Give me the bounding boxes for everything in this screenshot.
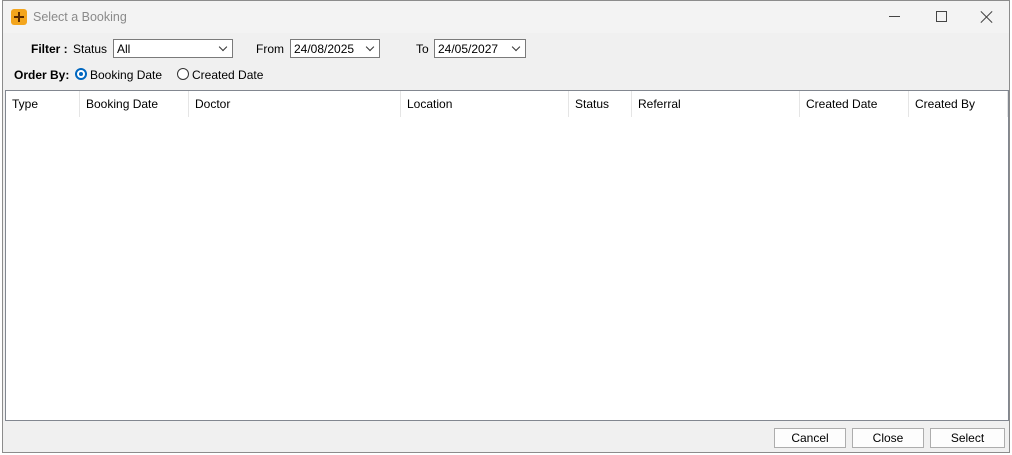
maximize-icon bbox=[936, 11, 947, 22]
title-bar: Select a Booking bbox=[3, 1, 1009, 33]
column-header-created-date[interactable]: Created Date bbox=[800, 91, 909, 117]
minimize-icon bbox=[889, 16, 900, 17]
chevron-down-icon bbox=[511, 42, 521, 52]
to-date-value: 24/05/2027 bbox=[438, 42, 499, 56]
from-label: From bbox=[256, 42, 284, 56]
app-plus-icon bbox=[11, 9, 27, 25]
radio-booking-date[interactable] bbox=[75, 68, 87, 80]
status-label: Status bbox=[73, 42, 108, 56]
select-button[interactable]: Select bbox=[930, 428, 1005, 448]
close-button[interactable]: Close bbox=[852, 428, 924, 448]
column-header-created-by[interactable]: Created By bbox=[909, 91, 1008, 117]
select-booking-dialog: Select a Booking Filter : Status All Fro… bbox=[2, 0, 1010, 453]
close-window-button[interactable] bbox=[964, 1, 1010, 33]
column-header-referral[interactable]: Referral bbox=[632, 91, 800, 117]
chevron-down-icon bbox=[218, 42, 228, 52]
bookings-table[interactable]: Type Booking Date Doctor Location Status… bbox=[5, 90, 1009, 421]
maximize-button[interactable] bbox=[918, 1, 964, 33]
table-header: Type Booking Date Doctor Location Status… bbox=[6, 91, 1008, 117]
minimize-button[interactable] bbox=[872, 1, 918, 33]
radio-created-date-label[interactable]: Created Date bbox=[192, 68, 263, 82]
filter-label: Filter : bbox=[31, 42, 68, 56]
status-select[interactable]: All bbox=[113, 39, 233, 58]
from-date-value: 24/08/2025 bbox=[294, 42, 355, 56]
radio-booking-date-label[interactable]: Booking Date bbox=[90, 68, 162, 82]
to-date-picker[interactable]: 24/05/2027 bbox=[434, 39, 526, 58]
column-header-doctor[interactable]: Doctor bbox=[189, 91, 401, 117]
column-header-type[interactable]: Type bbox=[6, 91, 80, 117]
order-by-label: Order By: bbox=[14, 68, 70, 82]
radio-created-date[interactable] bbox=[177, 68, 189, 80]
column-header-status[interactable]: Status bbox=[569, 91, 632, 117]
cancel-button[interactable]: Cancel bbox=[774, 428, 846, 448]
to-label: To bbox=[416, 42, 429, 56]
from-date-picker[interactable]: 24/08/2025 bbox=[290, 39, 380, 58]
column-header-booking-date[interactable]: Booking Date bbox=[80, 91, 189, 117]
close-icon bbox=[980, 10, 994, 24]
chevron-down-icon bbox=[365, 42, 375, 52]
column-header-location[interactable]: Location bbox=[401, 91, 569, 117]
window-title: Select a Booking bbox=[33, 10, 127, 24]
status-select-value: All bbox=[117, 42, 131, 56]
